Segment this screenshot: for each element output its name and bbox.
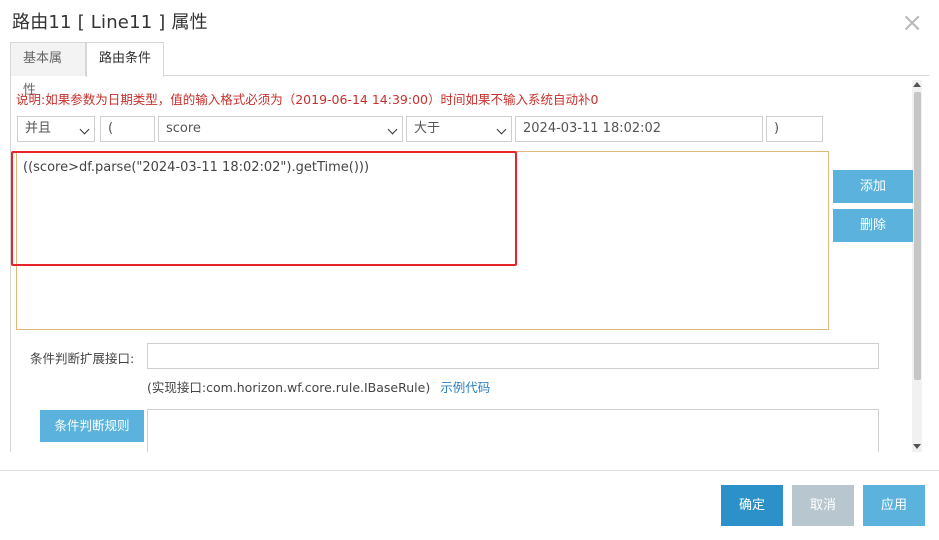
chevron-down-icon [387, 124, 398, 135]
confirm-button[interactable]: 确定 [721, 485, 783, 526]
right-paren-input[interactable]: ) [766, 116, 823, 142]
extension-interface-label: 条件判断扩展接口: [30, 351, 135, 366]
cancel-button[interactable]: 取消 [792, 485, 854, 526]
field-select-value: score [166, 121, 201, 136]
logic-select-value: 并且 [25, 121, 52, 136]
delete-button[interactable]: 删除 [833, 209, 913, 242]
extension-interface-input[interactable] [147, 343, 879, 369]
sample-code-link[interactable]: 示例代码 [440, 380, 490, 395]
chevron-down-icon [79, 124, 90, 135]
tab-bar: 基本属性 路由条件 [10, 42, 929, 98]
condition-expression-textarea[interactable]: ((score>df.parse("2024-03-11 18:02:02").… [16, 151, 829, 330]
scroll-thumb[interactable] [914, 92, 921, 380]
scroll-down-icon[interactable] [913, 444, 921, 449]
value-input[interactable]: 2024-03-11 18:02:02 [515, 116, 763, 142]
vertical-scrollbar[interactable] [912, 80, 922, 452]
chevron-down-icon [496, 124, 507, 135]
field-select[interactable]: score [158, 116, 403, 142]
logic-select[interactable]: 并且 [17, 116, 95, 142]
left-paren-input[interactable]: ( [100, 116, 155, 142]
close-icon[interactable]: × [901, 10, 923, 36]
tab-route-conditions[interactable]: 路由条件 [86, 42, 164, 77]
expression-text: ((score>df.parse("2024-03-11 18:02:02").… [23, 160, 370, 175]
implementation-hint: (实现接口:com.horizon.wf.core.rule.IBaseRule… [147, 377, 490, 396]
condition-rule-button[interactable]: 条件判断规则 [40, 410, 144, 442]
scroll-up-icon[interactable] [913, 82, 921, 87]
date-format-note: 说明:如果参数为日期类型，值的输入格式必须为（2019-06-14 14:39:… [16, 92, 599, 107]
add-button[interactable]: 添加 [833, 170, 913, 203]
implementation-interface-text: (实现接口:com.horizon.wf.core.rule.IBaseRule… [147, 380, 431, 395]
condition-rule-textarea[interactable] [147, 409, 879, 452]
operator-select[interactable]: 大于 [406, 116, 512, 142]
dialog-title: 路由11 [ Line11 ] 属性 [12, 12, 208, 33]
tab-basic-properties[interactable]: 基本属性 [10, 42, 86, 98]
apply-button[interactable]: 应用 [863, 485, 925, 526]
operator-select-value: 大于 [414, 121, 441, 136]
